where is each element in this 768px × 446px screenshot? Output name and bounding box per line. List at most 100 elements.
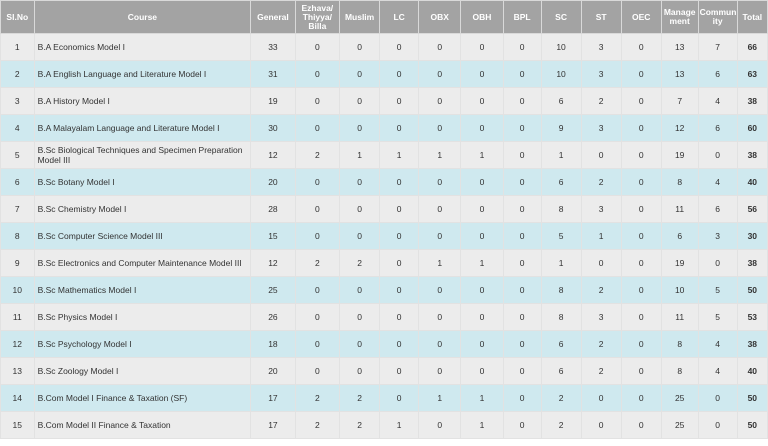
cell-community: 5 [697,276,738,304]
cell-course: B.A Economics Model I [33,33,252,61]
cell-obh: 1 [460,384,504,412]
cell-community: 3 [697,222,738,250]
cell-obh: 0 [460,330,504,358]
cell-ezhava: 0 [294,330,341,358]
cell-total: 56 [736,195,768,223]
cell-oec: 0 [620,60,662,88]
cell-general: 28 [250,195,296,223]
cell-bpl: 0 [502,168,542,196]
cell-sc: 5 [540,222,582,250]
cell-lc: 0 [379,60,420,88]
cell-lc: 1 [379,411,420,439]
cell-obx: 0 [418,60,462,88]
cell-community: 4 [697,357,738,385]
cell-bpl: 0 [502,330,542,358]
cell-total: 50 [736,276,768,304]
cell-total: 38 [736,249,768,277]
cell-general: 15 [250,222,296,250]
cell-bpl: 0 [502,303,542,331]
cell-slno: 12 [0,330,35,358]
cell-bpl: 0 [502,114,542,142]
cell-oec: 0 [620,384,662,412]
cell-community: 0 [697,411,738,439]
cell-community: 5 [697,303,738,331]
table-row: 11 B.Sc Physics Model I 26 0 0 0 0 0 0 8 3 0 11 5 53 [0,303,768,331]
table-row: 5 B.Sc Biological Techniques and Specimen… [0,141,768,169]
cell-total: 53 [736,303,768,331]
cell-total: 38 [736,87,768,115]
cell-lc: 0 [379,114,420,142]
table-row: 15 B.Com Model II Finance & Taxation 17 2 2 1… [0,411,768,439]
cell-total: 40 [736,168,768,196]
cell-sc: 6 [540,168,582,196]
cell-management: 19 [660,249,699,277]
cell-muslim: 0 [339,222,381,250]
cell-oec: 0 [620,195,662,223]
cell-sc: 10 [540,33,582,61]
cell-oec: 0 [620,168,662,196]
table-row: 6 B.Sc Botany Model I 20 0 0 0 0 0 0 6 2 0 8 4 40 [0,168,768,196]
cell-course: B.A English Language and Literature Mode… [33,60,252,88]
cell-community: 0 [697,249,738,277]
cell-muslim: 0 [339,168,381,196]
header-row: Sl.No Course General Ezhava/ Thiyya/ Bil… [0,0,768,34]
cell-community: 0 [697,141,738,169]
table-row: 10 B.Sc Mathematics Model I 25 0 0 0 0 0 0 8 2 0 10 5… [0,276,768,304]
cell-slno: 14 [0,384,35,412]
cell-st: 2 [580,168,622,196]
cell-slno: 2 [0,60,35,88]
cell-ezhava: 0 [294,114,341,142]
cell-general: 12 [250,141,296,169]
cell-lc: 0 [379,249,420,277]
table-header: Sl.No Course General Ezhava/ Thiyya/ Bil… [0,0,768,34]
header-course: Course [33,0,252,34]
header-slno: Sl.No [0,0,35,34]
cell-muslim: 0 [339,87,381,115]
cell-ezhava: 2 [294,141,341,169]
cell-muslim: 0 [339,195,381,223]
header-sc: SC [540,0,582,34]
cell-slno: 9 [0,249,35,277]
cell-total: 30 [736,222,768,250]
cell-slno: 10 [0,276,35,304]
header-st: ST [580,0,622,34]
cell-obh: 0 [460,357,504,385]
cell-ezhava: 0 [294,276,341,304]
cell-lc: 0 [379,87,420,115]
table-row: 2 B.A English Language and Literature Mod… [0,60,768,88]
cell-management: 7 [660,87,699,115]
cell-community: 7 [697,33,738,61]
cell-total: 63 [736,60,768,88]
cell-general: 26 [250,303,296,331]
header-muslim: Muslim [339,0,381,34]
cell-obh: 0 [460,60,504,88]
cell-total: 60 [736,114,768,142]
header-community: Commun ity [697,0,738,34]
cell-course: B.Com Model II Finance & Taxation [33,411,252,439]
cell-sc: 6 [540,357,582,385]
cell-lc: 0 [379,330,420,358]
cell-management: 8 [660,357,699,385]
cell-obx: 0 [418,114,462,142]
cell-oec: 0 [620,222,662,250]
cell-community: 6 [697,114,738,142]
cell-management: 11 [660,195,699,223]
cell-obx: 0 [418,330,462,358]
cell-sc: 1 [540,249,582,277]
cell-management: 25 [660,384,699,412]
table-row: 8 B.Sc Computer Science Model III 15 0 0 0 0 0 0… [0,222,768,250]
cell-community: 4 [697,168,738,196]
cell-general: 17 [250,411,296,439]
cell-obx: 0 [418,222,462,250]
cell-sc: 6 [540,87,582,115]
cell-muslim: 2 [339,384,381,412]
header-bpl: BPL [502,0,542,34]
cell-general: 20 [250,357,296,385]
cell-slno: 7 [0,195,35,223]
cell-general: 30 [250,114,296,142]
cell-management: 19 [660,141,699,169]
cell-obx: 0 [418,168,462,196]
cell-course: B.Sc Electronics and Computer Maintenanc… [33,249,252,277]
cell-community: 6 [697,195,738,223]
cell-muslim: 1 [339,141,381,169]
